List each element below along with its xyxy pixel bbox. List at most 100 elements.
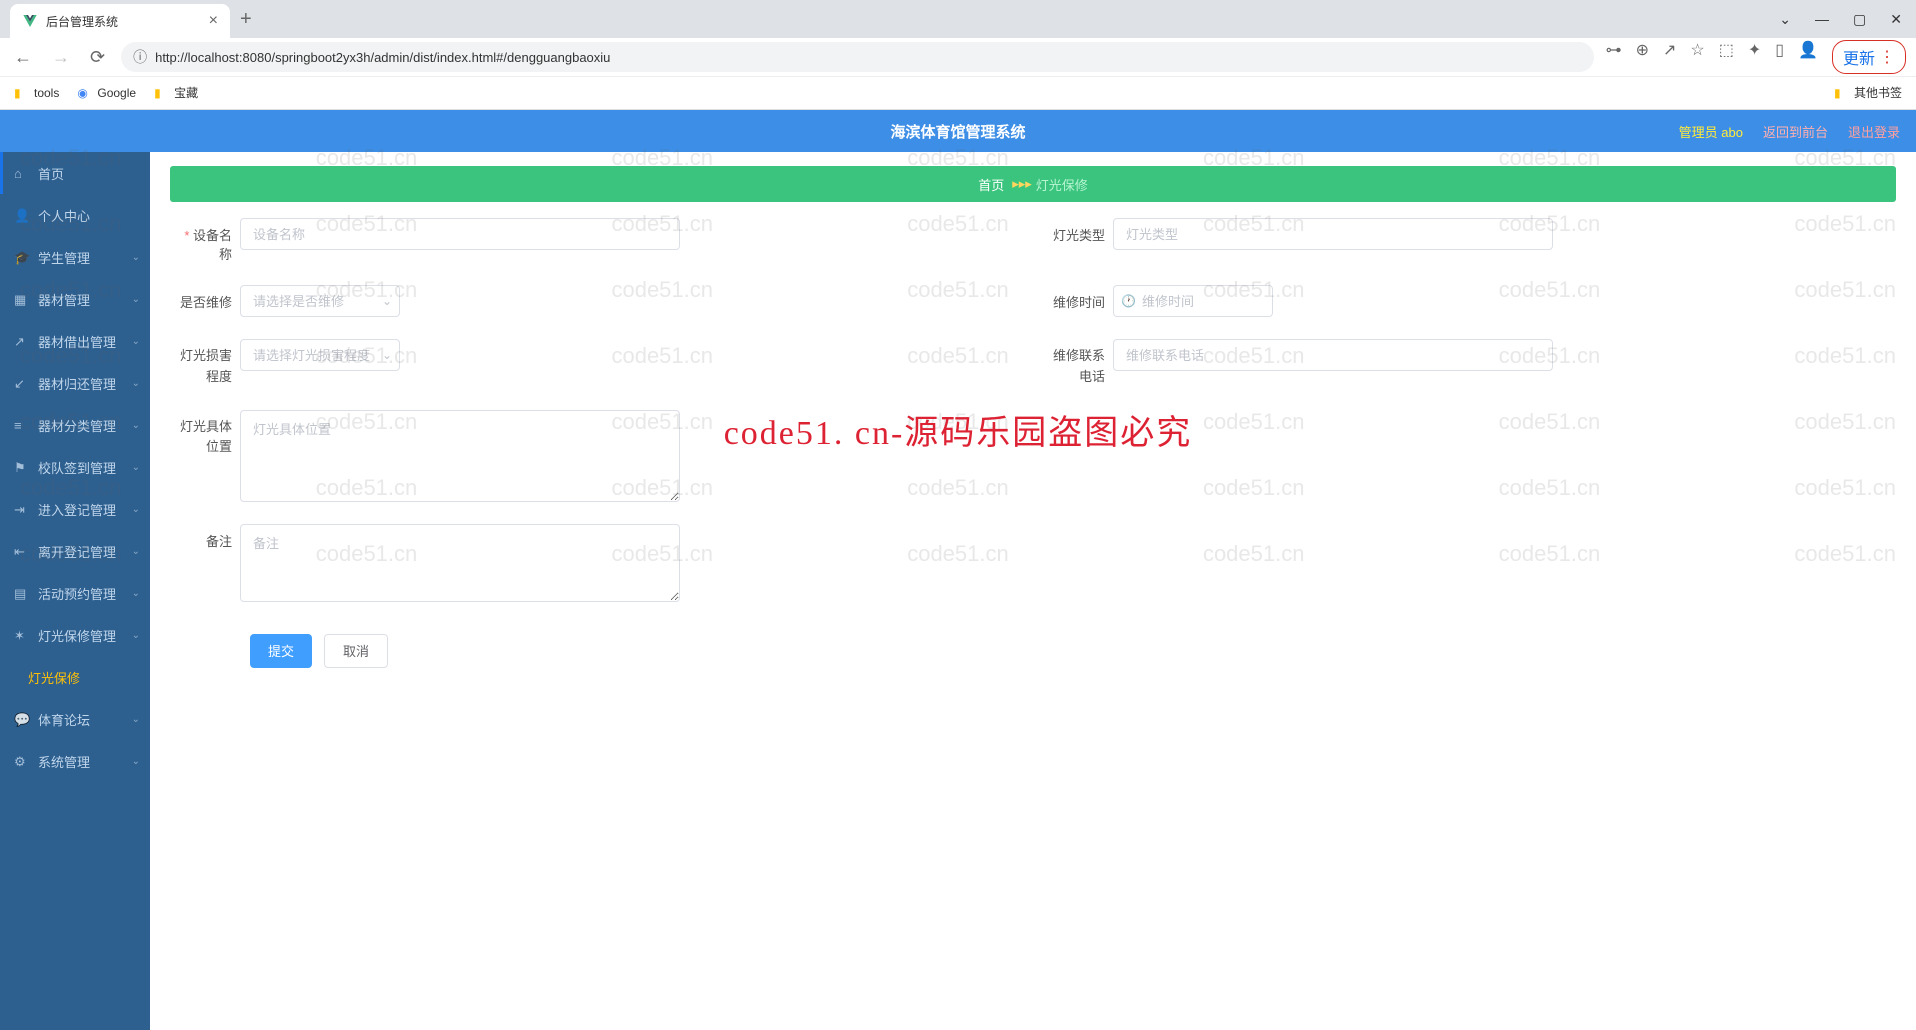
folder-icon: ▮ xyxy=(154,86,168,100)
bookmark-treasure[interactable]: ▮ 宝藏 xyxy=(154,84,198,101)
browser-tab[interactable]: 后台管理系统 × xyxy=(10,4,230,38)
chevron-down-icon: ⌄ xyxy=(132,252,140,263)
input-contact-phone[interactable] xyxy=(1113,339,1553,371)
return-front-link[interactable]: 返回到前台 xyxy=(1763,122,1828,141)
breadcrumb-home[interactable]: 首页 xyxy=(978,175,1004,194)
select-damage-level[interactable]: ⌄ xyxy=(240,339,400,371)
chevron-down-icon: ⌄ xyxy=(132,378,140,389)
google-icon: ◉ xyxy=(77,86,91,100)
url-text: http://localhost:8080/springboot2yx3h/ad… xyxy=(155,50,610,65)
reload-button[interactable]: ⟳ xyxy=(86,47,109,68)
label-contact-phone: 维修联系电话 xyxy=(1053,339,1105,388)
chevron-down-icon: ⌄ xyxy=(132,756,140,767)
app: 海滨体育馆管理系统 管理员 abo 返回到前台 退出登录 ⌂ 首页 👤 个人中心… xyxy=(0,110,1916,1030)
close-icon[interactable]: × xyxy=(209,12,218,30)
url-input[interactable]: ⓘ http://localhost:8080/springboot2yx3h/… xyxy=(121,42,1593,72)
team-icon: ⚑ xyxy=(14,460,28,474)
label-light-type: 灯光类型 xyxy=(1053,218,1105,244)
sidebar-item-equipment[interactable]: ▦ 器材管理 ⌄ xyxy=(0,278,150,320)
logout-link[interactable]: 退出登录 xyxy=(1848,122,1900,141)
select-need-repair[interactable]: ⌄ xyxy=(240,285,400,317)
breadcrumb-sep-icon: ▸▸▸ xyxy=(1012,176,1032,192)
other-bookmarks[interactable]: ▮ 其他书签 xyxy=(1834,84,1902,101)
row-position: 灯光具体位置 xyxy=(180,410,1886,502)
textarea-position[interactable] xyxy=(240,410,680,502)
sidebar-item-home[interactable]: ⌂ 首页 xyxy=(0,152,150,194)
user-icon: 👤 xyxy=(14,208,28,222)
close-window-icon[interactable]: ✕ xyxy=(1890,11,1902,28)
return-icon: ↙ xyxy=(14,376,28,390)
app-body: ⌂ 首页 👤 个人中心 🎓 学生管理 ⌄ ▦ 器材管理 ⌄ ↗ 器材借出管理 ⌄ xyxy=(0,152,1916,1030)
label-damage-level: 灯光损害程度 xyxy=(180,339,232,388)
sidebar-item-borrow[interactable]: ↗ 器材借出管理 ⌄ xyxy=(0,320,150,362)
share-icon[interactable]: ↗ xyxy=(1663,40,1676,74)
zoom-icon[interactable]: ⊕ xyxy=(1636,40,1649,74)
sidebar-item-activity[interactable]: ▤ 活动预约管理 ⌄ xyxy=(0,572,150,614)
label-repair-time: 维修时间 xyxy=(1053,285,1105,311)
browser-chrome: 后台管理系统 × + ⌄ — ▢ ✕ ← → ⟳ ⓘ http://localh… xyxy=(0,0,1916,110)
exit-icon: ⇤ xyxy=(14,544,28,558)
row-damage-level: 灯光损害程度 ⌄ xyxy=(180,339,1013,388)
cancel-button[interactable]: 取消 xyxy=(324,634,388,668)
borrow-icon: ↗ xyxy=(14,334,28,348)
back-button[interactable]: ← xyxy=(10,47,36,68)
sidebar-item-forum[interactable]: 💬 体育论坛 ⌄ xyxy=(0,698,150,740)
label-position: 灯光具体位置 xyxy=(180,410,232,459)
forward-button[interactable]: → xyxy=(48,47,74,68)
sidebar-item-return[interactable]: ↙ 器材归还管理 ⌄ xyxy=(0,362,150,404)
chevron-down-icon: ⌄ xyxy=(132,420,140,431)
update-button[interactable]: 更新 ⋮ xyxy=(1832,40,1906,74)
bookmark-icon[interactable]: ☆ xyxy=(1690,40,1704,74)
bookmark-tools[interactable]: ▮ tools xyxy=(14,86,59,100)
sidebar-item-student[interactable]: 🎓 学生管理 ⌄ xyxy=(0,236,150,278)
chevron-down-icon: ⌄ xyxy=(382,348,392,362)
row-light-type: 灯光类型 xyxy=(1053,218,1886,263)
chevron-down-icon: ⌄ xyxy=(132,630,140,641)
sidebar-item-light-mgmt[interactable]: ✶ 灯光保修管理 ⌄ xyxy=(0,614,150,656)
home-icon: ⌂ xyxy=(14,166,28,180)
input-device-name[interactable] xyxy=(240,218,680,250)
app-header: 海滨体育馆管理系统 管理员 abo 返回到前台 退出登录 xyxy=(0,110,1916,152)
input-light-type[interactable] xyxy=(1113,218,1553,250)
extension-icon[interactable]: ⬚ xyxy=(1719,40,1734,74)
minimize-icon[interactable]: — xyxy=(1815,11,1829,28)
breadcrumb: 首页 ▸▸▸ 灯光保修 xyxy=(170,166,1896,202)
bookmarks-bar: ▮ tools ◉ Google ▮ 宝藏 ▮ 其他书签 xyxy=(0,76,1916,108)
chevron-down-icon: ⌄ xyxy=(132,714,140,725)
row-remark: 备注 xyxy=(180,524,1886,602)
submit-button[interactable]: 提交 xyxy=(250,634,312,668)
chevron-down-icon: ⌄ xyxy=(132,336,140,347)
enter-icon: ⇥ xyxy=(14,502,28,516)
sidebar-item-profile[interactable]: 👤 个人中心 xyxy=(0,194,150,236)
tab-bar: 后台管理系统 × + ⌄ — ▢ ✕ xyxy=(0,0,1916,38)
row-contact-phone: 维修联系电话 xyxy=(1053,339,1886,388)
admin-label: 管理员 abo xyxy=(1679,122,1743,141)
label-need-repair: 是否维修 xyxy=(180,285,232,311)
sidebar-item-category[interactable]: ≡ 器材分类管理 ⌄ xyxy=(0,404,150,446)
new-tab-button[interactable]: + xyxy=(240,8,252,31)
forum-icon: 💬 xyxy=(14,712,28,726)
vue-icon xyxy=(22,13,38,29)
sidebar-item-exit[interactable]: ⇤ 离开登记管理 ⌄ xyxy=(0,530,150,572)
main-content: 首页 ▸▸▸ 灯光保修 设备名称 灯光类型 是否维修 ⌄ xyxy=(150,152,1916,1030)
key-icon[interactable]: ⊶ xyxy=(1606,40,1622,74)
puzzle-icon[interactable]: ✦ xyxy=(1748,40,1761,74)
sidebar-item-enter[interactable]: ⇥ 进入登记管理 ⌄ xyxy=(0,488,150,530)
gear-icon: ⚙ xyxy=(14,754,28,768)
chevron-down-icon: ⌄ xyxy=(132,546,140,557)
url-bar: ← → ⟳ ⓘ http://localhost:8080/springboot… xyxy=(0,38,1916,76)
app-title: 海滨体育馆管理系统 xyxy=(890,121,1025,142)
sidebar-item-team[interactable]: ⚑ 校队签到管理 ⌄ xyxy=(0,446,150,488)
reader-icon[interactable]: ▯ xyxy=(1775,40,1784,74)
button-row: 提交 取消 xyxy=(180,634,1886,668)
maximize-icon[interactable]: ▢ xyxy=(1853,11,1866,28)
profile-icon[interactable]: 👤 xyxy=(1798,40,1818,74)
bookmark-google[interactable]: ◉ Google xyxy=(77,86,136,100)
sidebar-item-light-repair[interactable]: 灯光保修 xyxy=(0,656,150,698)
light-icon: ✶ xyxy=(14,628,28,642)
chevron-down-icon: ⌄ xyxy=(132,294,140,305)
dropdown-icon[interactable]: ⌄ xyxy=(1779,11,1791,28)
textarea-remark[interactable] xyxy=(240,524,680,602)
input-repair-time[interactable] xyxy=(1113,285,1273,317)
sidebar-item-system[interactable]: ⚙ 系统管理 ⌄ xyxy=(0,740,150,782)
